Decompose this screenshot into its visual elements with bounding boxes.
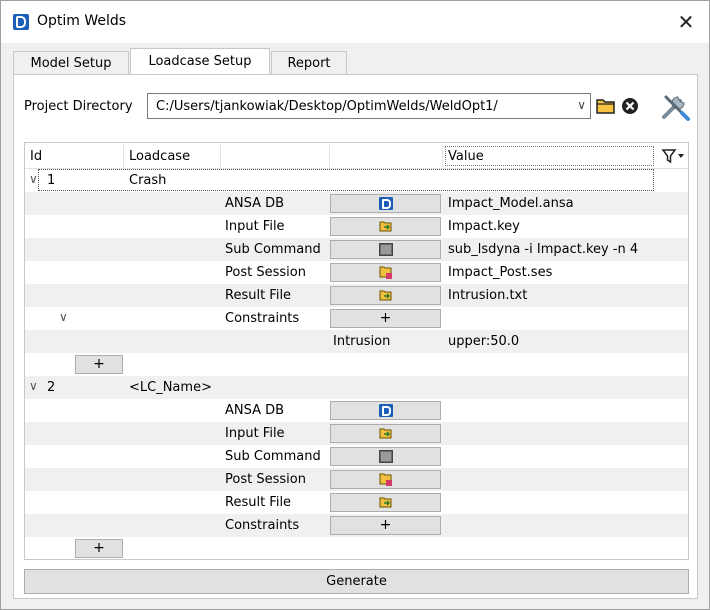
collapse-icon[interactable]: ∨ bbox=[59, 310, 68, 324]
sub-command-button[interactable] bbox=[330, 447, 441, 466]
tree-header: Id Loadcase Value bbox=[25, 143, 688, 169]
loadcase-name: Crash bbox=[129, 173, 167, 188]
field-value: Intrusion.txt bbox=[448, 288, 528, 303]
field-label: Post Session bbox=[225, 265, 306, 280]
collapse-icon[interactable]: ∨ bbox=[29, 379, 38, 393]
field-row-post-session: Post Session bbox=[25, 468, 688, 491]
field-value: Impact_Model.ansa bbox=[448, 196, 574, 211]
field-label: ANSA DB bbox=[225, 196, 285, 211]
field-label: Result File bbox=[225, 495, 292, 510]
collapse-icon[interactable]: ∨ bbox=[29, 172, 38, 186]
tab-label: Loadcase Setup bbox=[148, 54, 252, 69]
constraint-name: Intrusion bbox=[333, 334, 391, 349]
field-row-sub-command: Sub Command sub_lsdyna -i Impact.key -n … bbox=[25, 238, 688, 261]
tab-label: Report bbox=[287, 56, 331, 71]
tab-loadcase-setup[interactable]: Loadcase Setup bbox=[130, 48, 270, 75]
tools-icon[interactable] bbox=[658, 89, 692, 123]
constraint-value: upper:50.0 bbox=[448, 334, 520, 349]
loadcase-tree: Id Loadcase Value ∨ 1 Crash ANSA DB Impa… bbox=[24, 142, 689, 560]
open-file-icon bbox=[379, 497, 392, 508]
ansa-icon bbox=[379, 197, 393, 210]
loadcase-id: 1 bbox=[47, 173, 56, 188]
loadcase-name: <LC_Name> bbox=[129, 380, 212, 395]
terminal-icon bbox=[379, 450, 393, 463]
title-bar: Optim Welds ✕ bbox=[1, 1, 709, 43]
tab-label: Model Setup bbox=[30, 56, 112, 71]
field-row-ansa-db: ANSA DB bbox=[25, 399, 688, 422]
folder-open-icon[interactable] bbox=[596, 97, 616, 115]
field-value: Impact_Post.ses bbox=[448, 265, 553, 280]
header-id: Id bbox=[30, 149, 43, 164]
loadcase-setup-panel: Project Directory C:/Users/tjankowiak/De… bbox=[13, 74, 698, 599]
terminal-icon bbox=[379, 243, 393, 256]
field-row-input-file: Input File bbox=[25, 422, 688, 445]
session-file-icon bbox=[379, 266, 392, 279]
add-row: + bbox=[25, 353, 688, 376]
tab-report[interactable]: Report bbox=[271, 51, 347, 75]
clear-icon[interactable] bbox=[621, 97, 639, 115]
result-file-button[interactable] bbox=[330, 493, 441, 512]
header-value-label: Value bbox=[448, 149, 484, 164]
open-file-icon bbox=[379, 290, 392, 301]
result-file-button[interactable] bbox=[330, 286, 441, 305]
generate-button[interactable]: Generate bbox=[24, 569, 689, 594]
field-label: Constraints bbox=[225, 311, 300, 326]
input-file-button[interactable] bbox=[330, 217, 441, 236]
project-directory-value: C:/Users/tjankowiak/Desktop/OptimWelds/W… bbox=[156, 99, 498, 114]
window-title: Optim Welds bbox=[37, 13, 127, 29]
field-label: Input File bbox=[225, 219, 285, 234]
field-row-ansa-db: ANSA DB Impact_Model.ansa bbox=[25, 192, 688, 215]
session-file-icon bbox=[379, 473, 392, 486]
open-file-icon bbox=[379, 428, 392, 439]
ansa-db-button[interactable] bbox=[330, 194, 441, 213]
project-directory-label: Project Directory bbox=[24, 99, 133, 114]
post-session-button[interactable] bbox=[330, 263, 441, 282]
input-file-button[interactable] bbox=[330, 424, 441, 443]
field-label: Sub Command bbox=[225, 449, 321, 464]
close-icon[interactable]: ✕ bbox=[673, 9, 699, 35]
chevron-down-icon[interactable]: ∨ bbox=[577, 98, 586, 112]
add-row: + bbox=[25, 537, 688, 559]
loadcase-row[interactable]: ∨ 2 <LC_Name> bbox=[25, 376, 688, 399]
field-row-constraints: ∨ Constraints + bbox=[25, 307, 688, 330]
field-row-post-session: Post Session Impact_Post.ses bbox=[25, 261, 688, 284]
add-field-button[interactable]: + bbox=[75, 355, 123, 374]
header-loadcase: Loadcase bbox=[129, 149, 191, 164]
open-file-icon bbox=[379, 221, 392, 232]
optim-welds-window: Optim Welds ✕ Model Setup Loadcase Setup… bbox=[0, 0, 710, 610]
field-label: Constraints bbox=[225, 518, 300, 533]
field-label: Sub Command bbox=[225, 242, 321, 257]
field-label: Input File bbox=[225, 426, 285, 441]
post-session-button[interactable] bbox=[330, 470, 441, 489]
field-row-input-file: Input File Impact.key bbox=[25, 215, 688, 238]
add-field-button[interactable]: + bbox=[75, 539, 123, 558]
add-constraint-button[interactable]: + bbox=[330, 516, 441, 535]
constraint-row[interactable]: Intrusion upper:50.0 bbox=[25, 330, 688, 353]
field-row-constraints: Constraints + bbox=[25, 514, 688, 537]
filter-icon[interactable] bbox=[660, 146, 686, 166]
field-label: ANSA DB bbox=[225, 403, 285, 418]
project-directory-combo[interactable]: C:/Users/tjankowiak/Desktop/OptimWelds/W… bbox=[147, 93, 591, 119]
ansa-db-button[interactable] bbox=[330, 401, 441, 420]
field-value: Impact.key bbox=[448, 219, 520, 234]
tab-model-setup[interactable]: Model Setup bbox=[13, 51, 129, 75]
field-label: Result File bbox=[225, 288, 292, 303]
ansa-icon bbox=[379, 404, 393, 417]
field-label: Post Session bbox=[225, 472, 306, 487]
ansa-app-icon bbox=[13, 14, 29, 30]
add-constraint-button[interactable]: + bbox=[330, 309, 441, 328]
sub-command-button[interactable] bbox=[330, 240, 441, 259]
field-row-result-file: Result File bbox=[25, 491, 688, 514]
field-value: sub_lsdyna -i Impact.key -n 4 bbox=[448, 242, 639, 257]
header-value: Value bbox=[445, 146, 654, 166]
field-row-sub-command: Sub Command bbox=[25, 445, 688, 468]
field-row-result-file: Result File Intrusion.txt bbox=[25, 284, 688, 307]
loadcase-id: 2 bbox=[47, 380, 56, 395]
loadcase-row[interactable]: ∨ 1 Crash bbox=[25, 169, 688, 192]
